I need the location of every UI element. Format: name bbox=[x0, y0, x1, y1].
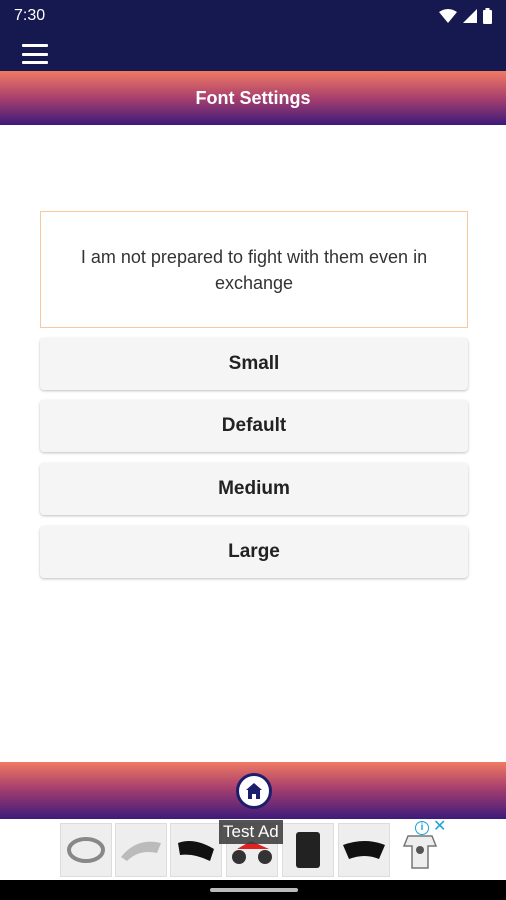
home-icon bbox=[246, 783, 262, 799]
hamburger-menu-icon[interactable] bbox=[22, 44, 48, 64]
ad-product-image[interactable] bbox=[115, 823, 167, 877]
status-icons bbox=[439, 8, 492, 24]
bottom-bar bbox=[0, 762, 506, 819]
ad-product-image[interactable] bbox=[170, 823, 222, 877]
system-nav-bar bbox=[0, 880, 506, 900]
cell-signal-icon bbox=[463, 9, 477, 23]
ad-label: Test Ad bbox=[219, 820, 283, 844]
large-font-button[interactable]: Large bbox=[40, 526, 468, 578]
ad-close-icon[interactable]: ✕ bbox=[433, 819, 447, 835]
wifi-icon bbox=[439, 9, 457, 23]
ad-info-icon[interactable]: i bbox=[415, 821, 429, 835]
font-preview-box: I am not prepared to fight with them eve… bbox=[40, 211, 468, 328]
ad-product-image[interactable] bbox=[338, 823, 390, 877]
app-toolbar bbox=[0, 32, 506, 71]
medium-font-button[interactable]: Medium bbox=[40, 463, 468, 515]
battery-icon bbox=[483, 8, 492, 24]
default-font-button[interactable]: Default bbox=[40, 400, 468, 452]
gesture-handle[interactable] bbox=[210, 888, 298, 892]
status-time: 7:30 bbox=[14, 7, 46, 24]
status-bar: 7:30 bbox=[0, 0, 506, 32]
home-button[interactable] bbox=[236, 773, 272, 809]
title-bar: Font Settings bbox=[0, 71, 506, 125]
ad-product-image[interactable] bbox=[60, 823, 112, 877]
page-title: Font Settings bbox=[195, 87, 311, 108]
preview-text: I am not prepared to fight with them eve… bbox=[80, 246, 428, 293]
ad-banner[interactable]: Test Ad i ✕ bbox=[0, 819, 506, 880]
small-font-button[interactable]: Small bbox=[40, 338, 468, 390]
ad-product-image[interactable] bbox=[282, 823, 334, 877]
